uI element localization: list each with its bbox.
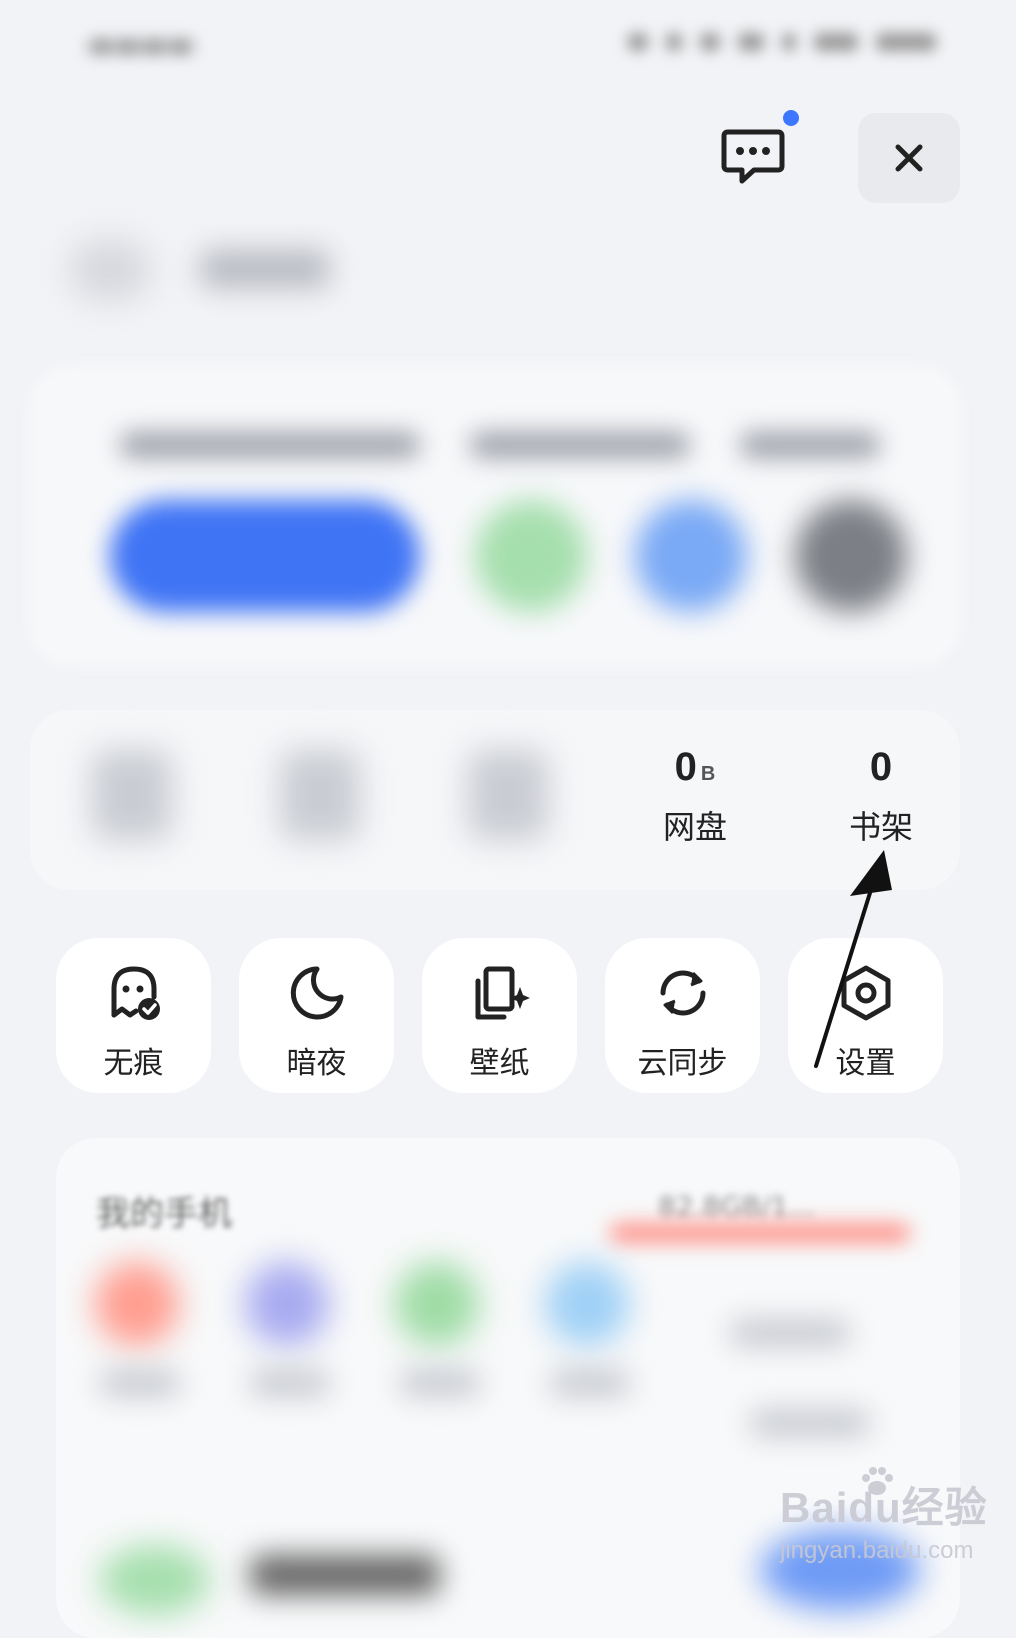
wallpaper-label: 壁纸 bbox=[469, 1046, 530, 1081]
phone-category-red[interactable] bbox=[95, 1262, 179, 1346]
status-bar: ▬▬▬▬ bbox=[0, 0, 1016, 90]
storage-bar bbox=[610, 1224, 910, 1242]
promo-circle-blue[interactable] bbox=[635, 500, 747, 612]
wallpaper-icon bbox=[469, 962, 531, 1024]
incognito-button[interactable]: 无痕 bbox=[56, 938, 211, 1093]
incognito-label: 无痕 bbox=[103, 1046, 164, 1081]
sync-icon bbox=[652, 962, 714, 1024]
bookshelf-label: 书架 bbox=[848, 808, 913, 846]
cloud-sync-label: 云同步 bbox=[637, 1046, 728, 1081]
phone-category-green[interactable] bbox=[395, 1262, 479, 1346]
watermark: Baidu经验 jingyan.baidu.com bbox=[780, 1467, 990, 1584]
netdisk-value: 0 bbox=[674, 745, 697, 789]
close-button[interactable] bbox=[858, 113, 960, 203]
phone-label-5 bbox=[730, 1320, 850, 1346]
phone-category-purple[interactable] bbox=[245, 1262, 329, 1346]
ghost-check-icon bbox=[103, 962, 165, 1024]
cloud-sync-button[interactable]: 云同步 bbox=[605, 938, 760, 1093]
stat-blurred-2[interactable] bbox=[280, 750, 360, 840]
settings-button[interactable]: 设置 bbox=[788, 938, 943, 1093]
phone-label-4 bbox=[550, 1370, 630, 1396]
close-icon bbox=[895, 144, 923, 172]
phone-bottom-green bbox=[100, 1545, 210, 1615]
storage-text: 82.8GB/1... bbox=[658, 1190, 816, 1223]
moon-icon bbox=[286, 962, 348, 1024]
night-mode-label: 暗夜 bbox=[286, 1046, 347, 1081]
promo-text-3 bbox=[740, 432, 880, 458]
quick-actions: 无痕 暗夜 壁纸 云同步 设置 bbox=[56, 938, 960, 1093]
settings-label: 设置 bbox=[835, 1046, 896, 1081]
promo-text-1 bbox=[120, 432, 420, 458]
promo-circle-gray[interactable] bbox=[795, 500, 907, 612]
promo-circle-green[interactable] bbox=[475, 500, 587, 612]
promo-text-2 bbox=[470, 432, 690, 458]
phone-label-6 bbox=[750, 1410, 870, 1436]
status-icons bbox=[606, 30, 936, 54]
settings-hex-icon bbox=[835, 962, 897, 1024]
netdisk-unit: B bbox=[700, 763, 716, 785]
profile-name[interactable] bbox=[200, 250, 330, 288]
bookshelf-value: 0 bbox=[869, 745, 893, 789]
watermark-url: jingyan.baidu.com bbox=[780, 1537, 974, 1564]
my-phone-title: 我的手机 bbox=[96, 1194, 232, 1234]
avatar[interactable] bbox=[70, 240, 150, 300]
netdisk-label: 网盘 bbox=[662, 808, 727, 846]
stat-blurred-3[interactable] bbox=[468, 750, 548, 840]
phone-category-blue[interactable] bbox=[545, 1262, 629, 1346]
stat-bookshelf[interactable]: 0 书架 bbox=[811, 742, 951, 848]
promo-button[interactable] bbox=[110, 500, 420, 612]
phone-bottom-dark bbox=[250, 1555, 440, 1595]
notification-dot bbox=[783, 110, 799, 126]
phone-label-2 bbox=[250, 1370, 330, 1396]
message-icon bbox=[721, 129, 785, 184]
stat-netdisk[interactable]: 0B 网盘 bbox=[625, 742, 765, 848]
message-button[interactable] bbox=[720, 126, 786, 186]
phone-label-1 bbox=[100, 1370, 180, 1396]
status-time: ▬▬▬▬ bbox=[88, 28, 194, 61]
paw-icon bbox=[862, 1467, 893, 1495]
phone-label-3 bbox=[400, 1370, 480, 1396]
stat-blurred-1[interactable] bbox=[92, 750, 172, 840]
night-mode-button[interactable]: 暗夜 bbox=[239, 938, 394, 1093]
wallpaper-button[interactable]: 壁纸 bbox=[422, 938, 577, 1093]
